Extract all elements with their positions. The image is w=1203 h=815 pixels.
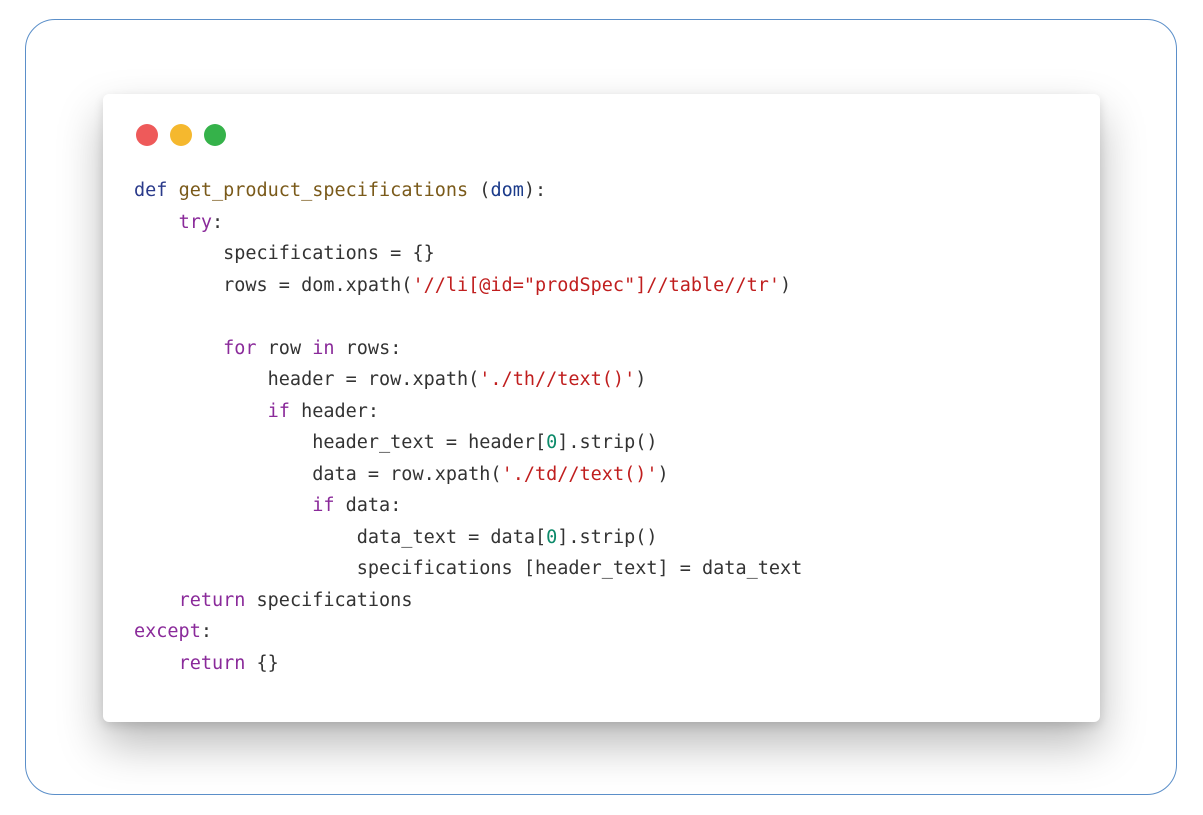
code-token: './td//text()': [501, 463, 658, 485]
code-token: ): [635, 369, 647, 390]
code-token: specifications: [245, 589, 413, 611]
code-token: specifications [header_text] = data_text: [134, 558, 803, 579]
code-token: (: [468, 180, 491, 201]
code-token: ):: [523, 180, 547, 201]
code-token: def: [134, 180, 168, 201]
code-token: except: [134, 621, 201, 642]
code-line: specifications = {}: [134, 238, 802, 270]
code-token: data = row.xpath(: [134, 463, 502, 485]
code-token: :: [211, 211, 224, 233]
code-token: data:: [334, 495, 402, 516]
code-line: def get_product_specifications (dom):: [134, 175, 802, 207]
code-line: try:: [134, 207, 802, 239]
code-token: if: [312, 495, 335, 516]
code-token: ].strip(): [557, 432, 658, 453]
window-controls: [136, 124, 226, 146]
code-line: if header:: [134, 396, 802, 428]
minimize-dot-icon[interactable]: [170, 124, 192, 146]
code-token: ): [657, 463, 669, 485]
code-token: header:: [289, 400, 380, 422]
code-token: ].strip(): [557, 526, 658, 548]
code-token: 0: [546, 432, 558, 453]
close-dot-icon[interactable]: [136, 124, 158, 146]
code-token: in: [312, 337, 335, 359]
code-line: ​: [134, 301, 802, 333]
code-token: data_text = data[: [134, 526, 547, 548]
code-token: get_product_specifications: [178, 180, 469, 201]
code-block: def get_product_specifications (dom): tr…: [134, 175, 802, 679]
code-token: rows:: [334, 337, 402, 359]
code-token: row: [256, 337, 313, 359]
code-token: rows = dom.xpath(: [134, 274, 413, 296]
code-token: specifications = {}: [134, 243, 435, 264]
code-line: except:: [134, 616, 802, 648]
code-line: header_text = header[0].strip(): [134, 427, 802, 459]
code-token: try: [178, 211, 212, 233]
code-line: if data:: [134, 490, 802, 522]
code-token: return: [178, 652, 246, 674]
code-token: if: [267, 400, 290, 422]
code-line: header = row.xpath('./th//text()'): [134, 364, 802, 396]
code-token: './th//text()': [479, 369, 636, 390]
maximize-dot-icon[interactable]: [204, 124, 226, 146]
code-token: {}: [245, 652, 279, 674]
code-token: ): [780, 274, 792, 296]
code-token: '//li[@id="prodSpec"]//table//tr': [412, 274, 781, 296]
code-line: data_text = data[0].strip(): [134, 522, 802, 554]
code-window: def get_product_specifications (dom): tr…: [103, 94, 1100, 722]
code-line: return {}: [134, 648, 802, 680]
code-token: 0: [546, 526, 558, 548]
code-token: header = row.xpath(: [134, 369, 480, 390]
code-line: rows = dom.xpath('//li[@id="prodSpec"]//…: [134, 270, 802, 302]
code-token: dom: [490, 180, 524, 201]
code-line: return specifications: [134, 585, 802, 617]
code-token: return: [178, 589, 246, 611]
code-line: data = row.xpath('./td//text()'): [134, 459, 802, 491]
code-token: for: [223, 337, 257, 359]
code-token: header_text = header[: [134, 432, 547, 453]
code-line: for row in rows:: [134, 333, 802, 365]
code-line: specifications [header_text] = data_text: [134, 553, 803, 585]
code-token: :: [200, 621, 212, 642]
